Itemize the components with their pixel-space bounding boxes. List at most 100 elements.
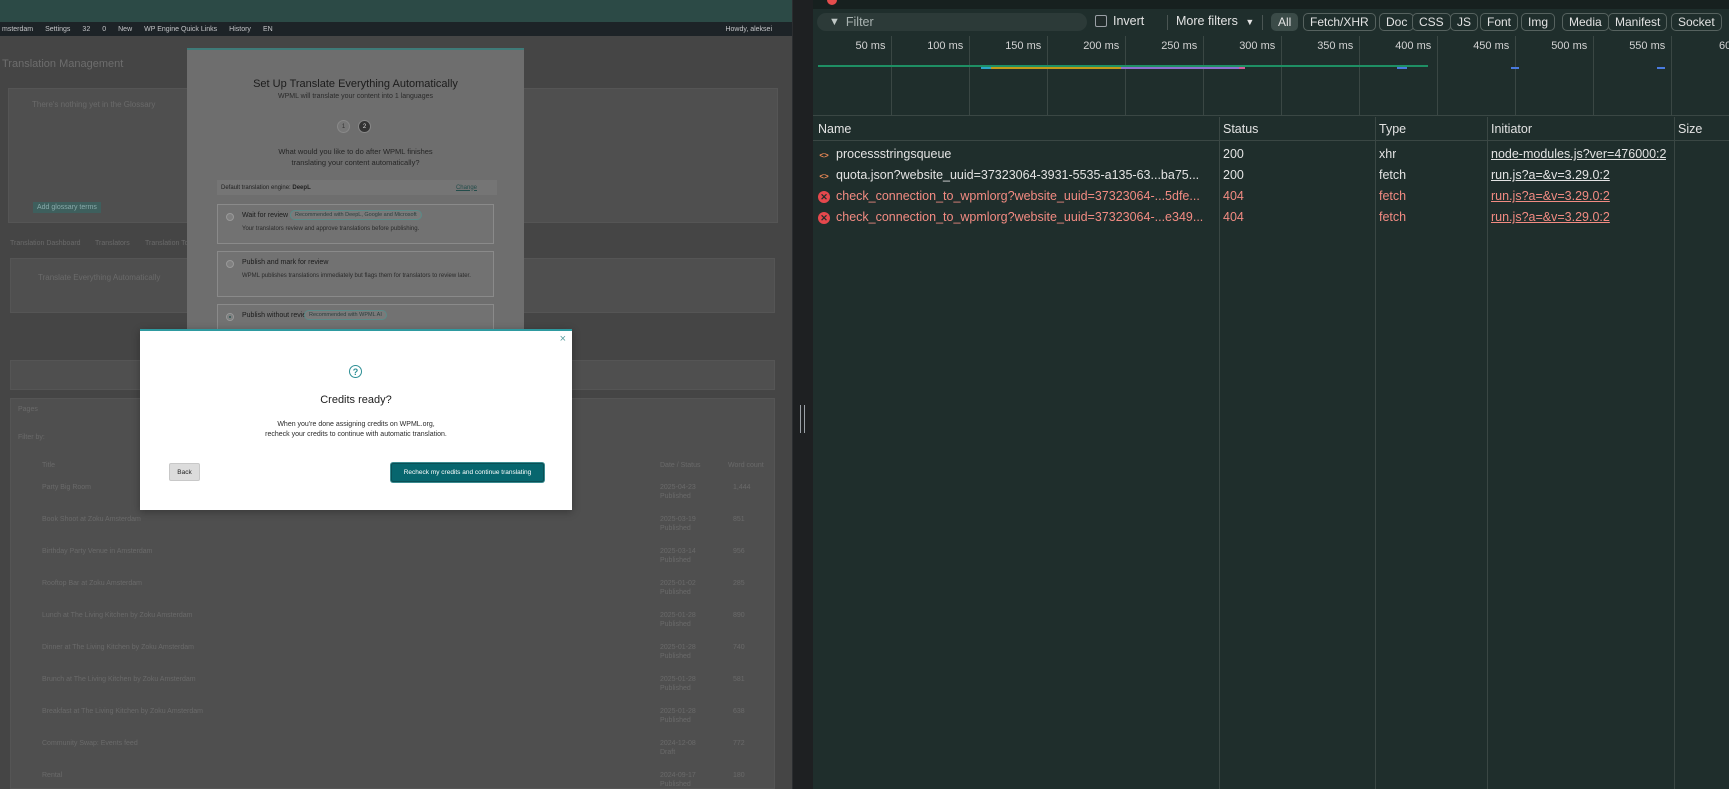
admin-bar-settings[interactable]: Settings [45, 26, 70, 33]
request-initiator[interactable]: run.js?a=&v=3.29.0:2 [1491, 210, 1610, 224]
request-row[interactable]: ✕ check_connection_to_wpmlorg?website_uui… [813, 207, 1729, 228]
invert-checkbox[interactable] [1095, 15, 1107, 27]
option-desc: Your translators review and approve tran… [242, 226, 420, 232]
filter-input[interactable]: ▼ Filter [817, 13, 1087, 31]
timeline-tick-label: 150 ms [1005, 40, 1042, 52]
admin-bar-site[interactable]: msterdam [2, 26, 33, 33]
page-row-words: 956 [733, 548, 745, 555]
page-row-title[interactable]: Birthday Party Venue in Amsterdam [42, 548, 153, 555]
page-row-status: Published [660, 525, 691, 532]
engine-row: Default translation engine: DeepL Change [217, 180, 497, 195]
timeline-tick-label: 450 ms [1473, 40, 1510, 52]
request-row[interactable]: ✕ check_connection_to_wpmlorg?website_uui… [813, 186, 1729, 207]
invert-toggle[interactable]: Invert [1095, 14, 1144, 28]
setup-question: What would you like to do after WPML fin… [187, 146, 524, 168]
more-filters-dropdown[interactable]: More filters ▼ [1176, 14, 1254, 28]
filter-chip-js[interactable]: JS [1450, 13, 1479, 31]
close-icon[interactable]: × [560, 333, 566, 345]
page-row-date: 2025-01-02 [660, 580, 696, 587]
page-row-words: 740 [733, 644, 745, 651]
col-size[interactable]: Size [1678, 122, 1702, 136]
wp-admin-bar: msterdam Settings 32 0 New WP Engine Qui… [0, 22, 792, 36]
tab-translators[interactable]: Translators [95, 240, 130, 247]
option-publish-and-mark[interactable]: Publish and mark for review WPML publish… [217, 251, 494, 297]
col-type[interactable]: Type [1379, 122, 1406, 136]
page-row-title[interactable]: Brunch at The Living Kitchen by Zoku Ams… [42, 676, 196, 683]
page-row-title[interactable]: Rental [42, 772, 62, 779]
credits-dialog: × ? Credits ready? When you're done assi… [140, 329, 572, 510]
page-row-title[interactable]: Breakfast at The Living Kitchen by Zoku … [42, 708, 203, 715]
page-title: Translation Management [2, 58, 124, 70]
request-type: fetch [1379, 210, 1407, 224]
col-name[interactable]: Name [818, 122, 851, 136]
col-date-status[interactable]: Date / Status [660, 462, 700, 469]
request-initiator[interactable]: node-modules.js?ver=476000:2 [1491, 147, 1666, 161]
page-row-title[interactable]: Rooftop Bar at Zoku Amsterdam [42, 580, 142, 587]
network-timeline[interactable]: 50 ms 100 ms 150 ms 200 ms 250 ms 300 ms 350 m… [813, 36, 1729, 116]
recheck-credits-button[interactable]: Recheck my credits and continue translat… [391, 463, 544, 482]
admin-bar-new[interactable]: New [118, 26, 132, 33]
radio-publish-and-mark[interactable] [226, 260, 234, 268]
admin-bar-history[interactable]: History [229, 26, 251, 33]
filter-chip-media[interactable]: Media [1562, 13, 1609, 31]
toolbar-separator [1167, 15, 1168, 30]
timeline-tick-label: 350 ms [1317, 40, 1354, 52]
request-row[interactable]: <> processstringsqueue 200 xhr node-modules.… [813, 144, 1729, 165]
page-row-title[interactable]: Book Shoot at Zoku Amsterdam [42, 516, 141, 523]
page-row-status: Draft [660, 749, 676, 756]
page-row-title[interactable]: Dinner at The Living Kitchen by Zoku Ams… [42, 644, 194, 651]
request-name[interactable]: processstringsqueue [836, 147, 951, 161]
timeline-request-bar [1397, 67, 1407, 69]
col-initiator[interactable]: Initiator [1491, 122, 1532, 136]
recommended-pill: Recommended with DeepL, Google and Micro… [290, 210, 422, 220]
engine-change-link[interactable]: Change [456, 185, 477, 191]
page-row-date: 2025-03-14 [660, 548, 696, 555]
request-initiator[interactable]: run.js?a=&v=3.29.0:2 [1491, 189, 1610, 203]
page-row-title[interactable]: Lunch at The Living Kitchen by Zoku Amst… [42, 612, 192, 619]
request-name[interactable]: quota.json?website_uuid=37323064-3931-55… [836, 168, 1199, 182]
page-row-status: Published [660, 717, 691, 724]
page-row-date: 2025-03-19 [660, 516, 696, 523]
admin-bar-greeting[interactable]: Howdy, aleksei [725, 26, 772, 33]
request-row[interactable]: <> quota.json?website_uuid=37323064-3931-… [813, 165, 1729, 186]
admin-bar-updates[interactable]: 32 [82, 26, 90, 33]
filter-chip-img[interactable]: Img [1521, 13, 1556, 31]
admin-bar-comments[interactable]: 0 [102, 26, 106, 33]
timeline-tick-label: 100 ms [927, 40, 964, 52]
timeline-gridline [1515, 36, 1516, 116]
request-status: 200 [1223, 147, 1244, 161]
record-icon[interactable] [827, 0, 837, 5]
filter-chip-socket[interactable]: Socket [1671, 13, 1722, 31]
option-desc: WPML publishes translations immediately … [242, 273, 471, 279]
radio-publish-without-review[interactable] [226, 313, 234, 321]
timeline-tick-label: 200 ms [1083, 40, 1120, 52]
filter-chip-doc[interactable]: Doc [1379, 13, 1415, 31]
filter-chip-manifest[interactable]: Manifest [1608, 13, 1668, 31]
timeline-tick-label: 250 ms [1161, 40, 1198, 52]
filter-chip-font[interactable]: Font [1480, 13, 1519, 31]
page-row-title[interactable]: Party Big Room [42, 484, 91, 491]
request-initiator[interactable]: run.js?a=&v=3.29.0:2 [1491, 168, 1610, 182]
filter-chip-fetchxhr[interactable]: Fetch/XHR [1303, 13, 1376, 31]
setup-modal: Set Up Translate Everything Automaticall… [187, 48, 524, 334]
back-button[interactable]: Back [169, 463, 200, 481]
page-row-title[interactable]: Community Swap: Events feed [42, 740, 138, 747]
filter-chip-all[interactable]: All [1271, 13, 1299, 31]
page-row-words: 772 [733, 740, 745, 747]
admin-bar-language[interactable]: EN [263, 26, 273, 33]
tab-translation-tools[interactable]: Translation Too [145, 240, 192, 247]
resize-handle[interactable] [800, 405, 805, 433]
col-status[interactable]: Status [1223, 122, 1258, 136]
browser-top-strip [0, 0, 792, 22]
request-name[interactable]: check_connection_to_wpmlorg?website_uuid… [836, 189, 1200, 203]
add-glossary-button[interactable]: Add glossary terms [33, 202, 101, 213]
request-name[interactable]: check_connection_to_wpmlorg?website_uuid… [836, 210, 1203, 224]
tab-translation-dashboard[interactable]: Translation Dashboard [10, 240, 81, 247]
timeline-gridline [1203, 36, 1204, 116]
radio-wait-for-review[interactable] [226, 213, 234, 221]
admin-bar-wpengine[interactable]: WP Engine Quick Links [144, 26, 217, 33]
col-title[interactable]: Title [42, 462, 55, 469]
filter-chip-css[interactable]: CSS [1412, 13, 1451, 31]
page-row-status: Published [660, 589, 691, 596]
option-wait-for-review[interactable]: Wait for review Recommended with DeepL, … [217, 204, 494, 244]
